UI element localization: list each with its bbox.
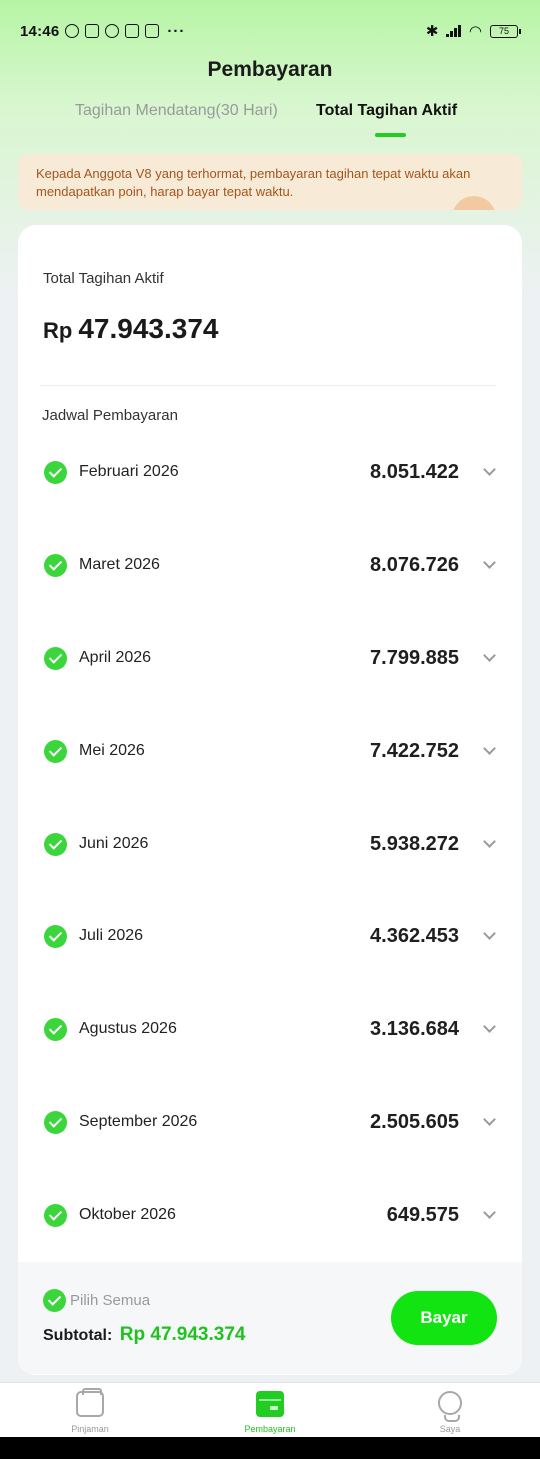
profile-icon xyxy=(438,1391,462,1422)
checkbox-checked-icon[interactable] xyxy=(44,739,67,763)
more-notifications-icon: ··· xyxy=(167,22,186,40)
page-title: Pembayaran xyxy=(207,58,333,81)
total-amount-value: 47.943.374 xyxy=(78,313,219,344)
chevron-down-icon[interactable] xyxy=(483,556,496,569)
drive-icon xyxy=(145,24,160,38)
checkbox-checked-icon[interactable] xyxy=(44,1204,67,1228)
row-amount: 7.799.885 xyxy=(370,646,459,669)
row-month: Maret 2026 xyxy=(79,555,160,573)
row-amount: 5.938.272 xyxy=(370,832,459,855)
chevron-down-icon[interactable] xyxy=(483,1206,496,1219)
facebook-icon xyxy=(125,24,140,38)
nav-item-loans[interactable]: Pinjaman xyxy=(30,1383,150,1438)
chevron-down-icon[interactable] xyxy=(483,463,496,476)
status-bar: 14:46 ··· ✱ ◠ 75 xyxy=(0,0,540,62)
row-amount: 649.575 xyxy=(386,1204,459,1227)
payment-footer: Pilih Semua Subtotal: Rp 47.943.374 Baya… xyxy=(18,1262,522,1374)
nav-label: Saya xyxy=(439,1424,461,1434)
checkbox-checked-icon[interactable] xyxy=(44,1018,67,1042)
nfc-icon xyxy=(85,24,100,38)
schedule-list: Februari 2026 8.051.422 Maret 2026 8.076… xyxy=(18,425,522,1261)
row-month: Juni 2026 xyxy=(79,834,149,852)
total-label: Total Tagihan Aktif xyxy=(43,270,164,287)
tab-upcoming-bills[interactable]: Tagihan Mendatang(30 Hari) xyxy=(75,102,278,120)
checkbox-checked-icon[interactable] xyxy=(44,646,67,670)
status-time: 14:46 xyxy=(20,22,60,40)
row-month: April 2026 xyxy=(79,648,152,666)
total-amount: Rp 47.943.374 xyxy=(43,313,218,345)
system-navigation-bar xyxy=(0,1437,540,1459)
schedule-label: Jadwal Pembayaran xyxy=(42,407,178,424)
active-tab-indicator xyxy=(375,133,406,137)
nav-label: Pinjaman xyxy=(71,1424,109,1434)
row-amount: 8.051.422 xyxy=(370,461,459,483)
row-amount: 7.422.752 xyxy=(370,739,459,762)
tab-total-active-bills[interactable]: Total Tagihan Aktif xyxy=(316,102,457,120)
row-amount: 4.362.453 xyxy=(370,925,459,948)
schedule-row[interactable]: Mei 2026 7.422.752 xyxy=(18,704,522,797)
nav-label: Pembayaran xyxy=(244,1424,296,1434)
row-month: Mei 2026 xyxy=(79,741,145,759)
chevron-down-icon[interactable] xyxy=(483,1020,496,1034)
chevron-down-icon[interactable] xyxy=(483,741,496,755)
schedule-row[interactable]: April 2026 7.799.885 xyxy=(18,611,522,704)
checkbox-checked-icon[interactable] xyxy=(44,832,67,856)
row-month: September 2026 xyxy=(79,1113,198,1131)
schedule-row[interactable]: Agustus 2026 3.136.684 xyxy=(18,982,522,1075)
total-currency: Rp xyxy=(43,318,73,343)
divider xyxy=(40,385,496,386)
notice-banner: Kepada Anggota V8 yang terhormat, pembay… xyxy=(18,154,522,210)
row-amount: 8.076.726 xyxy=(370,553,459,576)
nav-item-payments[interactable]: Pembayaran xyxy=(210,1383,330,1438)
chevron-down-icon[interactable] xyxy=(483,834,496,848)
card-icon xyxy=(256,1391,284,1417)
chevron-down-icon[interactable] xyxy=(483,927,496,941)
checkbox-checked-icon[interactable] xyxy=(44,1111,67,1135)
coin-decoration-icon xyxy=(452,196,496,210)
battery-icon: 75 xyxy=(490,24,521,38)
schedule-row[interactable]: Oktober 2026 649.575 xyxy=(18,1168,522,1261)
row-amount: 2.505.605 xyxy=(370,1111,459,1134)
schedule-row[interactable]: Juli 2026 4.362.453 xyxy=(18,889,522,982)
nav-item-profile[interactable]: Saya xyxy=(390,1383,510,1438)
row-month: Agustus 2026 xyxy=(79,1020,177,1038)
checkbox-checked-icon[interactable] xyxy=(44,925,67,949)
bills-card: Total Tagihan Aktif Rp 47.943.374 Jadwal … xyxy=(18,225,522,1375)
row-month: Oktober 2026 xyxy=(79,1206,176,1224)
pay-button[interactable]: Bayar xyxy=(391,1291,497,1345)
checkbox-checked-icon[interactable] xyxy=(44,553,67,577)
tab-bar: Tagihan Mendatang(30 Hari) Total Tagihan… xyxy=(0,102,540,142)
notice-text: Kepada Anggota V8 yang terhormat, pembay… xyxy=(36,166,471,199)
chevron-down-icon[interactable] xyxy=(483,1113,496,1127)
schedule-row[interactable]: September 2026 2.505.605 xyxy=(18,1075,522,1168)
select-all-checkbox[interactable] xyxy=(43,1289,66,1312)
subtotal-label: Subtotal: xyxy=(43,1327,113,1344)
schedule-row[interactable]: Februari 2026 8.051.422 xyxy=(18,425,522,518)
wifi-icon: ◠ xyxy=(468,23,482,40)
row-month: Februari 2026 xyxy=(79,463,179,480)
whatsapp-icon xyxy=(105,24,120,38)
bottom-nav: Pinjaman Pembayaran Saya xyxy=(0,1382,540,1437)
chevron-down-icon[interactable] xyxy=(483,648,496,662)
alarm-icon xyxy=(65,24,80,38)
select-all-label[interactable]: Pilih Semua xyxy=(70,1292,150,1309)
checkbox-checked-icon[interactable] xyxy=(44,461,67,484)
row-amount: 3.136.684 xyxy=(370,1018,459,1041)
schedule-row[interactable]: Maret 2026 8.076.726 xyxy=(18,518,522,611)
wallet-icon xyxy=(76,1388,104,1417)
row-month: Juli 2026 xyxy=(79,927,144,945)
subtotal: Subtotal: Rp 47.943.374 xyxy=(43,1324,245,1346)
bluetooth-icon: ✱ xyxy=(425,23,439,40)
signal-icon xyxy=(446,25,461,37)
subtotal-value: Rp 47.943.374 xyxy=(119,1324,246,1345)
schedule-row[interactable]: Juni 2026 5.938.272 xyxy=(18,797,522,890)
